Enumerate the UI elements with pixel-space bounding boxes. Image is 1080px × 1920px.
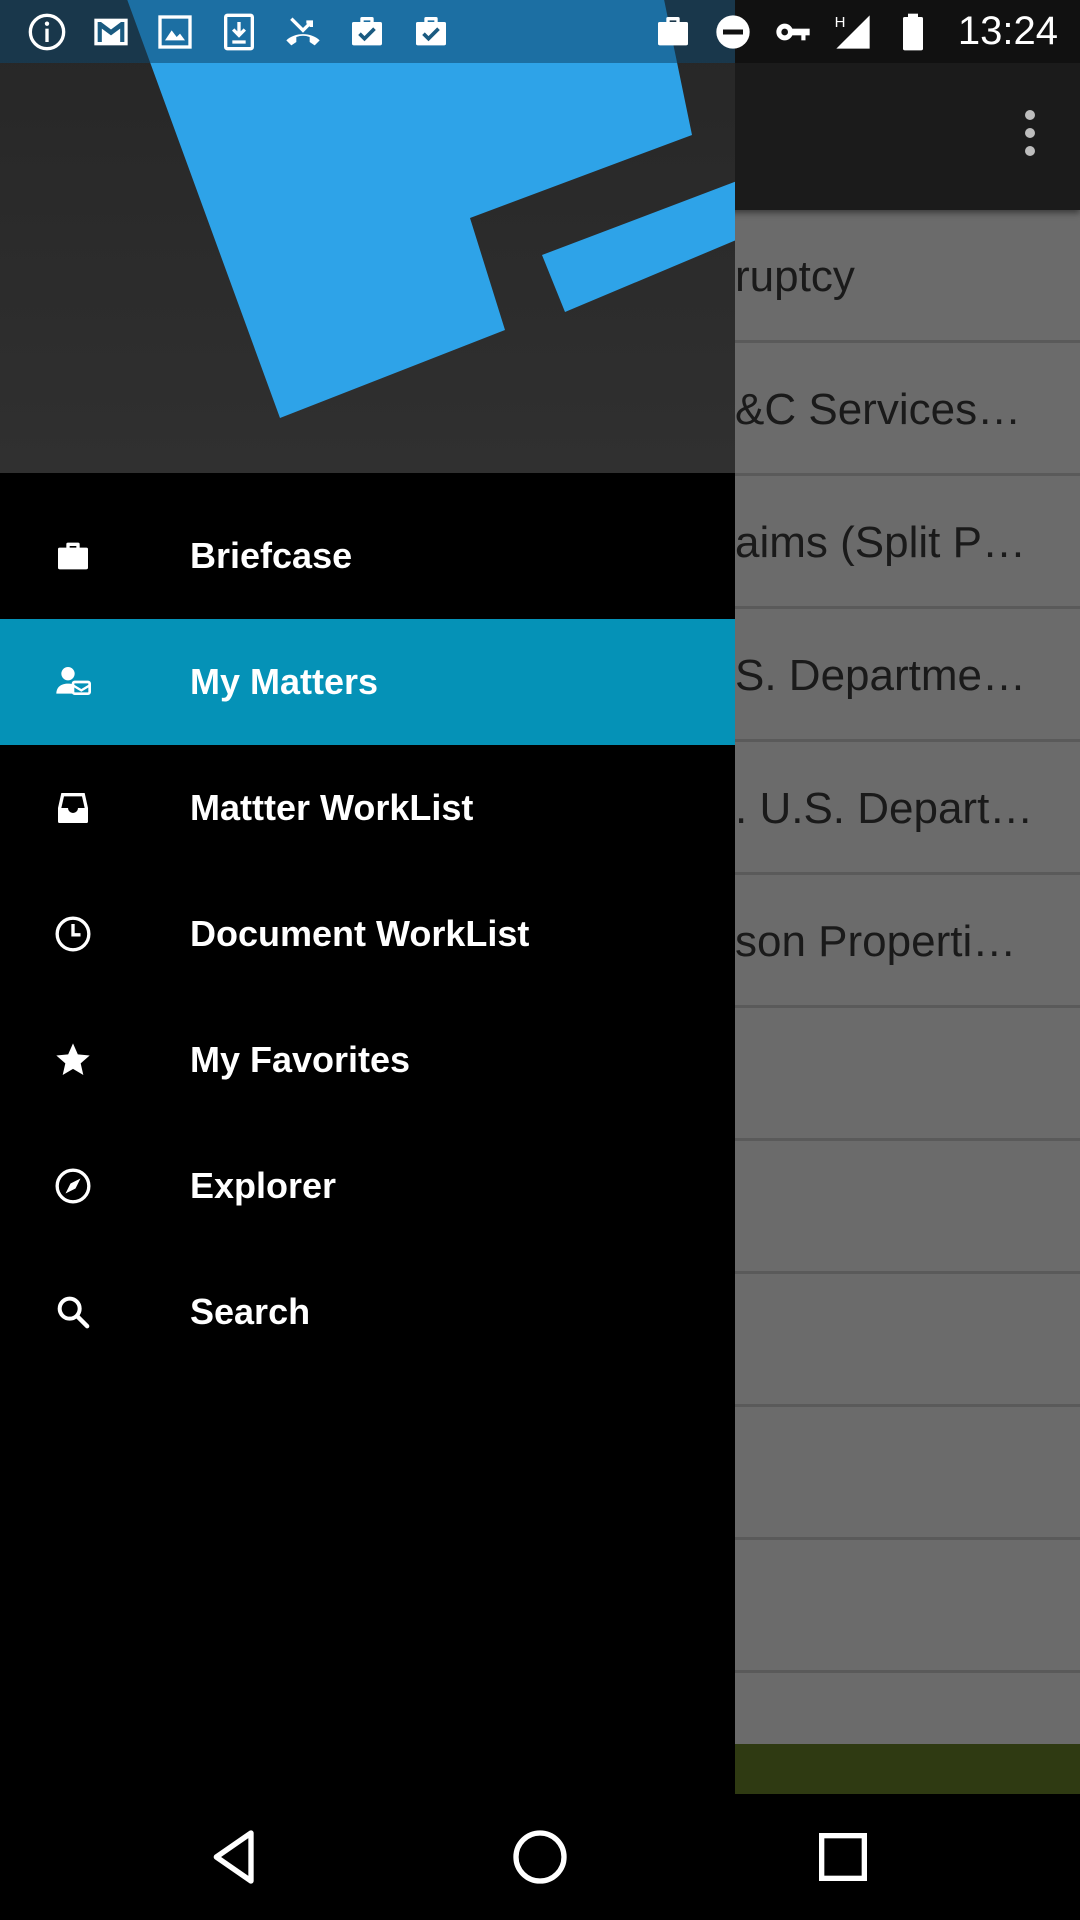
menu-item-document-worklist[interactable]: Document WorkList <box>0 871 735 997</box>
menu-item-label: Document WorkList <box>190 913 530 954</box>
drawer-menu: Briefcase My Matters Mattter WorkList Do… <box>0 493 735 1375</box>
briefcase-icon <box>52 535 94 577</box>
star-icon <box>52 1039 94 1081</box>
home-icon[interactable] <box>500 1817 580 1897</box>
battery-icon <box>892 11 934 53</box>
compass-icon <box>52 1165 94 1207</box>
download-icon <box>218 11 260 53</box>
image-icon <box>154 11 196 53</box>
back-icon[interactable] <box>195 1817 275 1897</box>
status-bar: H 13:24 <box>0 0 1080 63</box>
menu-item-briefcase[interactable]: Briefcase <box>0 493 735 619</box>
clock-icon <box>52 913 94 955</box>
menu-item-search[interactable]: Search <box>0 1249 735 1375</box>
info-icon <box>26 11 68 53</box>
app-logo <box>127 0 735 418</box>
overflow-menu-icon[interactable] <box>1000 103 1060 163</box>
menu-item-label: Explorer <box>190 1165 337 1206</box>
missed-call-icon <box>282 11 324 53</box>
briefcase-check-icon <box>346 11 388 53</box>
inbox-icon <box>52 787 94 829</box>
menu-item-label: Mattter WorkList <box>190 787 474 828</box>
person-matter-icon <box>52 661 94 703</box>
menu-item-matter-worklist[interactable]: Mattter WorkList <box>0 745 735 871</box>
drawer-header <box>0 0 735 473</box>
menu-item-explorer[interactable]: Explorer <box>0 1123 735 1249</box>
recents-icon[interactable] <box>803 1817 883 1897</box>
menu-item-my-matters[interactable]: My Matters <box>0 619 735 745</box>
menu-item-label: My Favorites <box>190 1039 411 1080</box>
menu-item-label: Search <box>190 1291 311 1332</box>
network-type-label: H <box>835 14 846 31</box>
search-icon <box>52 1291 94 1333</box>
system-nav-bar <box>0 1794 1080 1920</box>
menu-item-my-favorites[interactable]: My Favorites <box>0 997 735 1123</box>
navigation-drawer: Briefcase My Matters Mattter WorkList Do… <box>0 0 735 1794</box>
vpn-key-icon <box>772 11 814 53</box>
briefcase-icon <box>652 11 694 53</box>
gmail-icon <box>90 11 132 53</box>
briefcase-check-icon <box>410 11 452 53</box>
do-not-disturb-icon <box>712 11 754 53</box>
menu-item-label: My Matters <box>190 661 379 702</box>
signal-icon: H <box>832 11 874 53</box>
menu-item-label: Briefcase <box>190 535 353 576</box>
status-clock: 13:24 <box>957 9 1058 53</box>
